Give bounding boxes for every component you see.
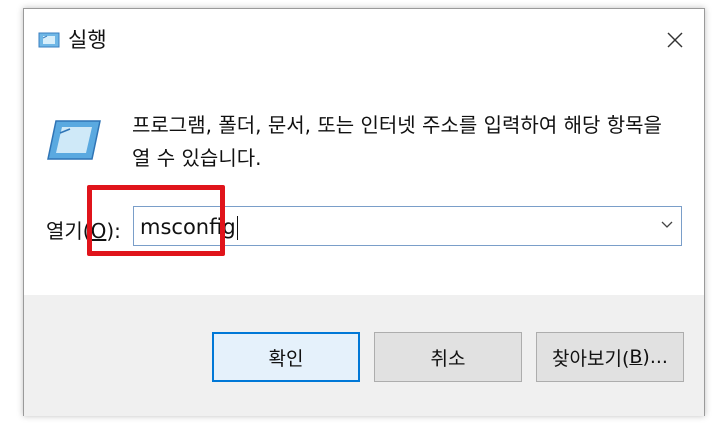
- highlight-annotation: [87, 185, 225, 256]
- window-title: 실행: [68, 28, 107, 52]
- title-bar[interactable]: 실행: [24, 9, 704, 71]
- dialog-description: 프로그램, 폴더, 문서, 또는 인터넷 주소를 입력하여 해당 항목을 열 수…: [132, 113, 662, 170]
- text-cursor: [236, 216, 238, 240]
- button-bar: 확인 취소 찾아보기(B)...: [24, 295, 704, 416]
- chevron-down-icon[interactable]: [661, 220, 673, 230]
- ok-button[interactable]: 확인: [212, 332, 360, 382]
- cancel-button[interactable]: 취소: [374, 332, 522, 382]
- close-icon: [667, 32, 683, 48]
- close-button[interactable]: [646, 9, 704, 71]
- browse-button[interactable]: 찾아보기(B)...: [536, 332, 684, 382]
- run-icon: [47, 120, 101, 160]
- run-icon: [38, 32, 60, 48]
